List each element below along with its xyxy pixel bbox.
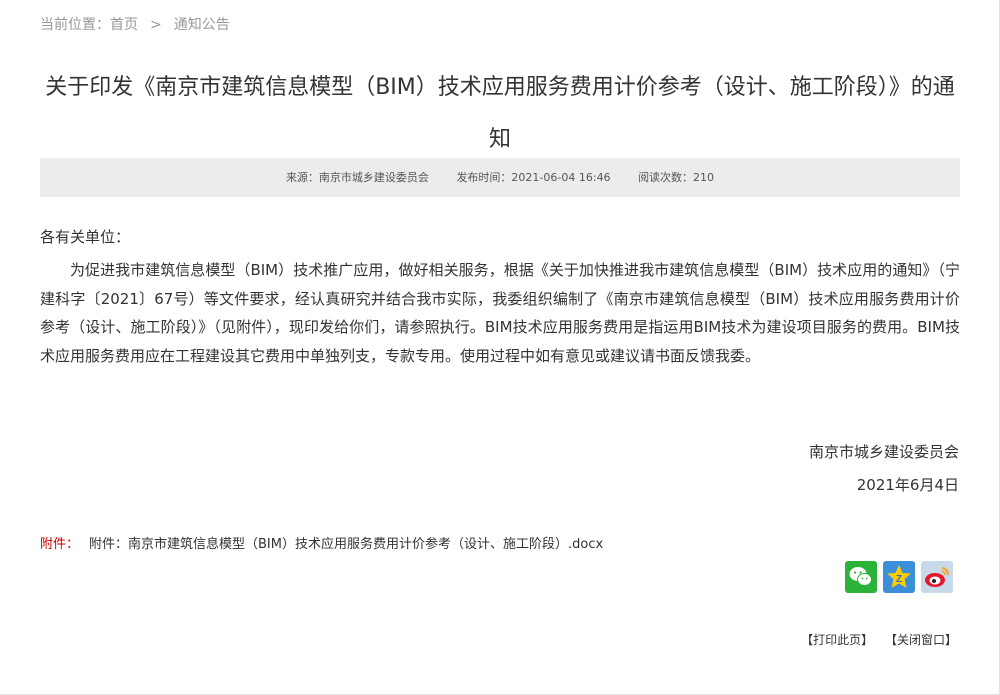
page-actions: 【打印此页】 【关闭窗口】 bbox=[793, 631, 957, 648]
breadcrumb-separator-icon: > bbox=[150, 17, 162, 33]
close-window-link[interactable]: 【关闭窗口】 bbox=[885, 633, 957, 647]
article-views: 阅读次数：210 bbox=[638, 171, 715, 184]
attachment-link[interactable]: 附件：南京市建筑信息模型（BIM）技术应用服务费用计价参考（设计、施工阶段）.d… bbox=[89, 537, 603, 552]
article-source: 来源：南京市城乡建设委员会 bbox=[285, 171, 429, 184]
article-signature-block: 南京市城乡建设委员会 2021年6月4日 bbox=[809, 436, 959, 502]
article-page: 当前位置：首页 > 通知公告 关于印发《南京市建筑信息模型（BIM）技术应用服务费用… bbox=[0, 0, 1000, 695]
svg-text:Z: Z bbox=[896, 574, 902, 585]
attachment-label: 附件： bbox=[40, 537, 80, 552]
weibo-icon[interactable] bbox=[921, 561, 953, 593]
article-meta-bar: 来源：南京市城乡建设委员会 发布时间：2021-06-04 16:46 阅读次数… bbox=[40, 158, 960, 197]
breadcrumb-prefix: 当前位置： bbox=[40, 17, 110, 33]
breadcrumb: 当前位置：首页 > 通知公告 bbox=[40, 14, 230, 34]
attachment-row: 附件： 附件：南京市建筑信息模型（BIM）技术应用服务费用计价参考（设计、施工阶段… bbox=[40, 533, 603, 552]
page-title: 关于印发《南京市建筑信息模型（BIM）技术应用服务费用计价参考（设计、施工阶段）… bbox=[45, 75, 955, 152]
wechat-icon[interactable] bbox=[845, 561, 877, 593]
print-page-link[interactable]: 【打印此页】 bbox=[801, 633, 873, 647]
breadcrumb-current-link[interactable]: 通知公告 bbox=[174, 17, 230, 33]
article-salutation: 各有关单位： bbox=[40, 228, 131, 246]
breadcrumb-home-link[interactable]: 首页 bbox=[110, 17, 138, 33]
share-bar: Z bbox=[845, 561, 953, 593]
article-signature: 南京市城乡建设委员会 bbox=[808, 443, 959, 461]
article-date: 发布时间：2021-06-04 16:46 bbox=[456, 171, 611, 184]
article-body: 为促进我市建筑信息模型（BIM）技术推广应用，做好相关服务，根据《关于加快推进我… bbox=[40, 261, 960, 365]
article-sign-date: 2021年6月4日 bbox=[856, 476, 959, 494]
qzone-icon[interactable]: Z bbox=[883, 561, 915, 593]
